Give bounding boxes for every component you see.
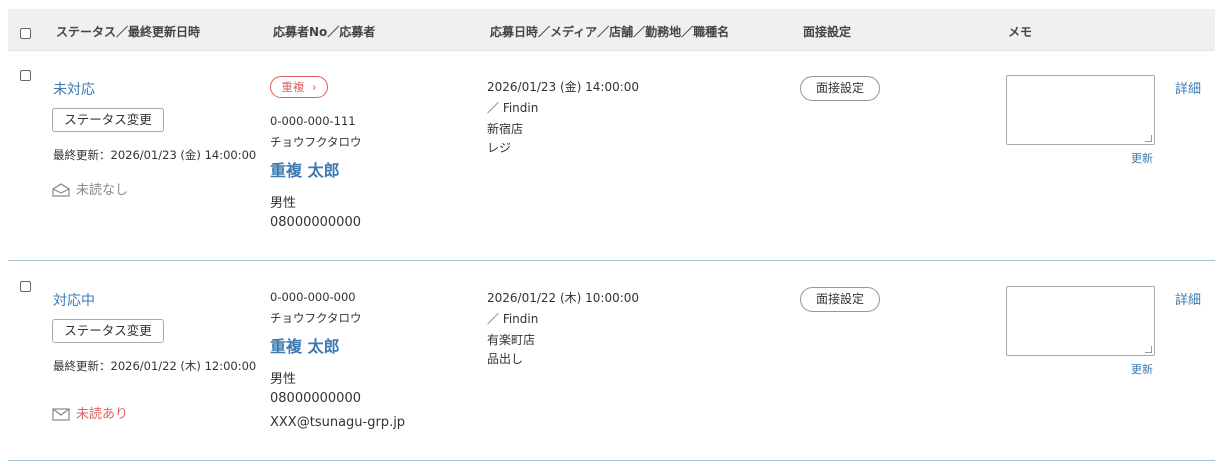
media: ／ Findin xyxy=(487,101,539,115)
row-divider xyxy=(8,460,1215,461)
applicant-phone: 08000000000 xyxy=(270,215,361,230)
unread-status: 未読あり xyxy=(52,403,128,422)
envelope-icon xyxy=(52,408,70,421)
table-row: 対応中 ステータス変更 最終更新：2026/01/22 (木) 12:00:00… xyxy=(8,261,1215,460)
header-application: 応募日時／メディア／店舗／勤務地／職種名 xyxy=(490,25,730,39)
memo-update-link[interactable]: 更新 xyxy=(1131,361,1153,377)
status-change-button[interactable]: ステータス変更 xyxy=(52,108,164,132)
resize-handle-icon[interactable] xyxy=(1145,135,1152,142)
applied-at: 2026/01/23 (金) 14:00:00 xyxy=(487,80,640,94)
status-change-button[interactable]: ステータス変更 xyxy=(52,319,164,343)
interview-setting-button[interactable]: 面接設定 xyxy=(800,76,880,101)
job-name: レジ xyxy=(487,141,512,155)
applied-at: 2026/01/22 (木) 10:00:00 xyxy=(487,291,640,305)
row-checkbox[interactable] xyxy=(20,281,31,292)
header-memo: メモ xyxy=(1008,25,1033,39)
applicant-no: 0-000-000-000 xyxy=(270,290,356,304)
select-all-checkbox[interactable] xyxy=(20,28,31,39)
applicant-no: 0-000-000-111 xyxy=(270,114,356,128)
duplicate-badge-label: 重複 xyxy=(281,80,305,94)
interview-setting-button[interactable]: 面接設定 xyxy=(800,287,880,312)
applicant-gender: 男性 xyxy=(270,372,297,387)
store: 新宿店 xyxy=(487,122,524,136)
header-status: ステータス／最終更新日時 xyxy=(56,25,201,39)
applicant-email: XXX@tsunagu-grp.jp xyxy=(270,415,406,430)
header-applicant: 応募者No／応募者 xyxy=(273,25,376,39)
job-name: 品出し xyxy=(487,352,524,366)
memo-update-link[interactable]: 更新 xyxy=(1131,150,1153,166)
unread-status: 未読なし xyxy=(52,179,128,198)
memo-textarea[interactable] xyxy=(1006,75,1155,145)
header-interview: 面接設定 xyxy=(803,25,852,39)
store: 有楽町店 xyxy=(487,333,536,347)
last-update: 最終更新：2026/01/23 (金) 14:00:00 xyxy=(53,148,257,162)
detail-link[interactable]: 詳細 xyxy=(1175,289,1201,308)
table-header: ステータス／最終更新日時 応募者No／応募者 応募日時／メディア／店舗／勤務地／… xyxy=(8,9,1215,51)
duplicate-badge[interactable]: 重複 › xyxy=(270,76,328,98)
chevron-right-icon: › xyxy=(312,80,317,94)
last-update: 最終更新：2026/01/22 (木) 12:00:00 xyxy=(53,359,257,373)
status-link[interactable]: 対応中 xyxy=(53,290,95,310)
applicant-gender: 男性 xyxy=(270,196,297,211)
unread-label: 未読なし xyxy=(76,183,129,198)
media: ／ Findin xyxy=(487,312,539,326)
resize-handle-icon[interactable] xyxy=(1145,346,1152,353)
applicant-phone: 08000000000 xyxy=(270,391,361,406)
row-checkbox[interactable] xyxy=(20,70,31,81)
unread-label: 未読あり xyxy=(76,407,129,422)
status-link[interactable]: 未対応 xyxy=(53,79,95,99)
applicant-name[interactable]: 重複 太郎 xyxy=(270,157,340,181)
memo-textarea[interactable] xyxy=(1006,286,1155,356)
table-row: 未対応 ステータス変更 最終更新：2026/01/23 (金) 14:00:00… xyxy=(8,50,1215,260)
applicant-kana: チョウフクタロウ xyxy=(270,311,362,325)
detail-link[interactable]: 詳細 xyxy=(1175,78,1201,97)
applicant-kana: チョウフクタロウ xyxy=(270,135,362,149)
applicant-name[interactable]: 重複 太郎 xyxy=(270,333,340,357)
envelope-open-icon xyxy=(52,183,70,197)
